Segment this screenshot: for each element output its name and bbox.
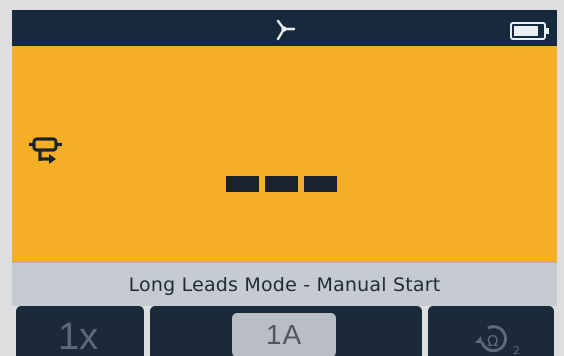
multiplier-softkey[interactable]: 1x xyxy=(16,306,144,356)
test-current-chip: 1A xyxy=(232,313,336,356)
probe-icon xyxy=(276,19,296,41)
softkey-row: 1x 1A Ω 2 xyxy=(12,306,557,356)
multiplier-label: 1x xyxy=(58,316,99,356)
reading-dash xyxy=(265,176,298,192)
reading-dash xyxy=(226,176,259,192)
svg-text:Ω: Ω xyxy=(487,332,498,350)
status-bar xyxy=(12,10,557,46)
test-current-softkey[interactable]: 1A xyxy=(150,306,422,356)
mode-title: Long Leads Mode - Manual Start xyxy=(128,273,441,296)
meter-screen: Long Leads Mode - Manual Start 1x 1A Ω 2 xyxy=(12,10,557,356)
mode-bar: Long Leads Mode - Manual Start xyxy=(12,262,557,306)
null-subscript: 2 xyxy=(513,344,520,356)
null-ohm-icon: Ω 2 xyxy=(475,325,520,356)
test-current-label: 1A xyxy=(265,319,303,350)
null-leads-softkey[interactable]: Ω 2 xyxy=(428,306,554,356)
battery-icon xyxy=(510,22,549,40)
long-leads-icon xyxy=(29,137,62,164)
reading-panel xyxy=(12,46,557,262)
reading-dash xyxy=(304,176,337,192)
reading-value xyxy=(226,176,346,192)
